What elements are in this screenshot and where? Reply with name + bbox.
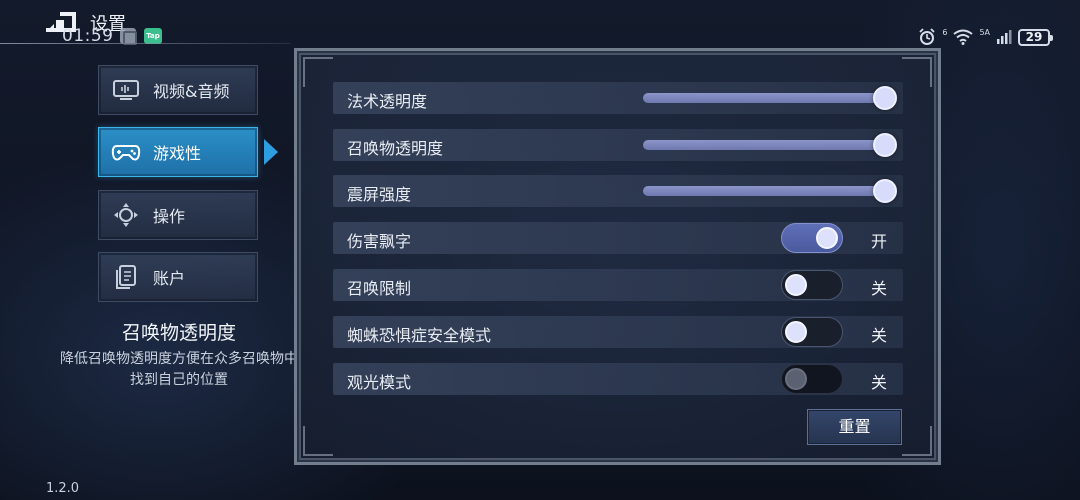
alarm-icon bbox=[919, 28, 935, 45]
screen-shake-slider[interactable] bbox=[643, 179, 897, 203]
panel-corner-ornament bbox=[902, 426, 932, 456]
slider-fill bbox=[643, 186, 885, 196]
tap-app-badge: Tap bbox=[144, 28, 162, 44]
signal-type-label: 5A bbox=[979, 27, 990, 37]
gamepad-icon bbox=[99, 141, 153, 163]
wifi-icon bbox=[953, 29, 974, 45]
sidebar-item-video-audio[interactable]: 视频&音频 bbox=[98, 65, 258, 115]
setting-row-summon-opacity: 召唤物透明度 bbox=[333, 129, 903, 161]
setting-label: 震屏强度 bbox=[347, 185, 412, 204]
setting-row-spell-opacity: 法术透明度 bbox=[333, 82, 903, 114]
sidebar-item-label: 视频&音频 bbox=[153, 82, 230, 101]
version-label: 1.2.0 bbox=[46, 481, 80, 496]
setting-row-damage-numbers: 伤害飘字 开 bbox=[333, 222, 903, 254]
setting-label: 伤害飘字 bbox=[347, 232, 412, 251]
active-tab-arrow bbox=[264, 139, 278, 165]
dpad-icon bbox=[99, 202, 153, 228]
document-icon bbox=[99, 264, 153, 290]
arachnophobia-mode-toggle[interactable] bbox=[781, 317, 843, 347]
battery-indicator: 29 bbox=[1018, 28, 1053, 46]
settings-panel: 法术透明度 召唤物透明度 震屏强度 伤害飘字 开 召唤限制 关 蜘蛛恐惧症安全模… bbox=[294, 48, 941, 465]
sightseeing-mode-toggle[interactable] bbox=[781, 364, 843, 394]
notification-icon bbox=[120, 28, 137, 45]
slider-fill bbox=[643, 93, 885, 103]
toggle-state-label: 关 bbox=[871, 326, 888, 345]
slider-thumb[interactable] bbox=[873, 86, 897, 110]
slider-thumb[interactable] bbox=[873, 179, 897, 203]
setting-label: 召唤限制 bbox=[347, 279, 412, 298]
sidebar-item-label: 操作 bbox=[153, 207, 186, 226]
title-divider bbox=[0, 43, 290, 44]
setting-row-arachnophobia-mode: 蜘蛛恐惧症安全模式 关 bbox=[333, 316, 903, 348]
spell-opacity-slider[interactable] bbox=[643, 86, 897, 110]
setting-row-sightseeing-mode: 观光模式 关 bbox=[333, 363, 903, 395]
summon-opacity-slider[interactable] bbox=[643, 133, 897, 157]
toggle-state-label: 开 bbox=[871, 232, 888, 251]
sidebar-item-controls[interactable]: 操作 bbox=[98, 190, 258, 240]
slider-fill bbox=[643, 140, 885, 150]
toggle-knob bbox=[816, 227, 838, 249]
slider-thumb[interactable] bbox=[873, 133, 897, 157]
damage-numbers-toggle[interactable] bbox=[781, 223, 843, 253]
panel-corner-ornament bbox=[303, 57, 333, 87]
setting-description-title: 召唤物透明度 bbox=[121, 322, 236, 344]
panel-corner-ornament bbox=[303, 426, 333, 456]
toggle-knob bbox=[785, 368, 807, 390]
toggle-state-label: 关 bbox=[871, 373, 888, 392]
toggle-knob bbox=[785, 274, 807, 296]
setting-description-text: 降低召唤物透明度方便在众多召唤物中找到自己的位置 bbox=[60, 351, 298, 388]
system-tray: 6 5A 29 bbox=[918, 26, 1053, 48]
setting-label: 蜘蛛恐惧症安全模式 bbox=[347, 326, 492, 345]
reset-button[interactable]: 重置 bbox=[807, 409, 902, 445]
panel-corner-ornament bbox=[902, 57, 932, 87]
sidebar-item-label: 账户 bbox=[153, 269, 186, 288]
setting-label: 召唤物透明度 bbox=[347, 139, 444, 158]
sidebar-item-label: 游戏性 bbox=[153, 144, 202, 163]
summon-limit-toggle[interactable] bbox=[781, 270, 843, 300]
monitor-icon bbox=[99, 79, 153, 101]
toggle-state-label: 关 bbox=[871, 279, 888, 298]
sidebar-item-account[interactable]: 账户 bbox=[98, 252, 258, 302]
network-label: 6 bbox=[942, 27, 948, 37]
setting-label: 法术透明度 bbox=[347, 92, 428, 111]
signal-icon bbox=[997, 30, 1012, 44]
status-bar: 设置 01:59 Tap 6 5A 29 bbox=[0, 0, 1080, 48]
setting-label: 观光模式 bbox=[347, 373, 412, 392]
setting-row-screen-shake: 震屏强度 bbox=[333, 175, 903, 207]
sidebar-item-gameplay[interactable]: 游戏性 bbox=[98, 127, 258, 177]
setting-row-summon-limit: 召唤限制 关 bbox=[333, 269, 903, 301]
toggle-knob bbox=[785, 321, 807, 343]
